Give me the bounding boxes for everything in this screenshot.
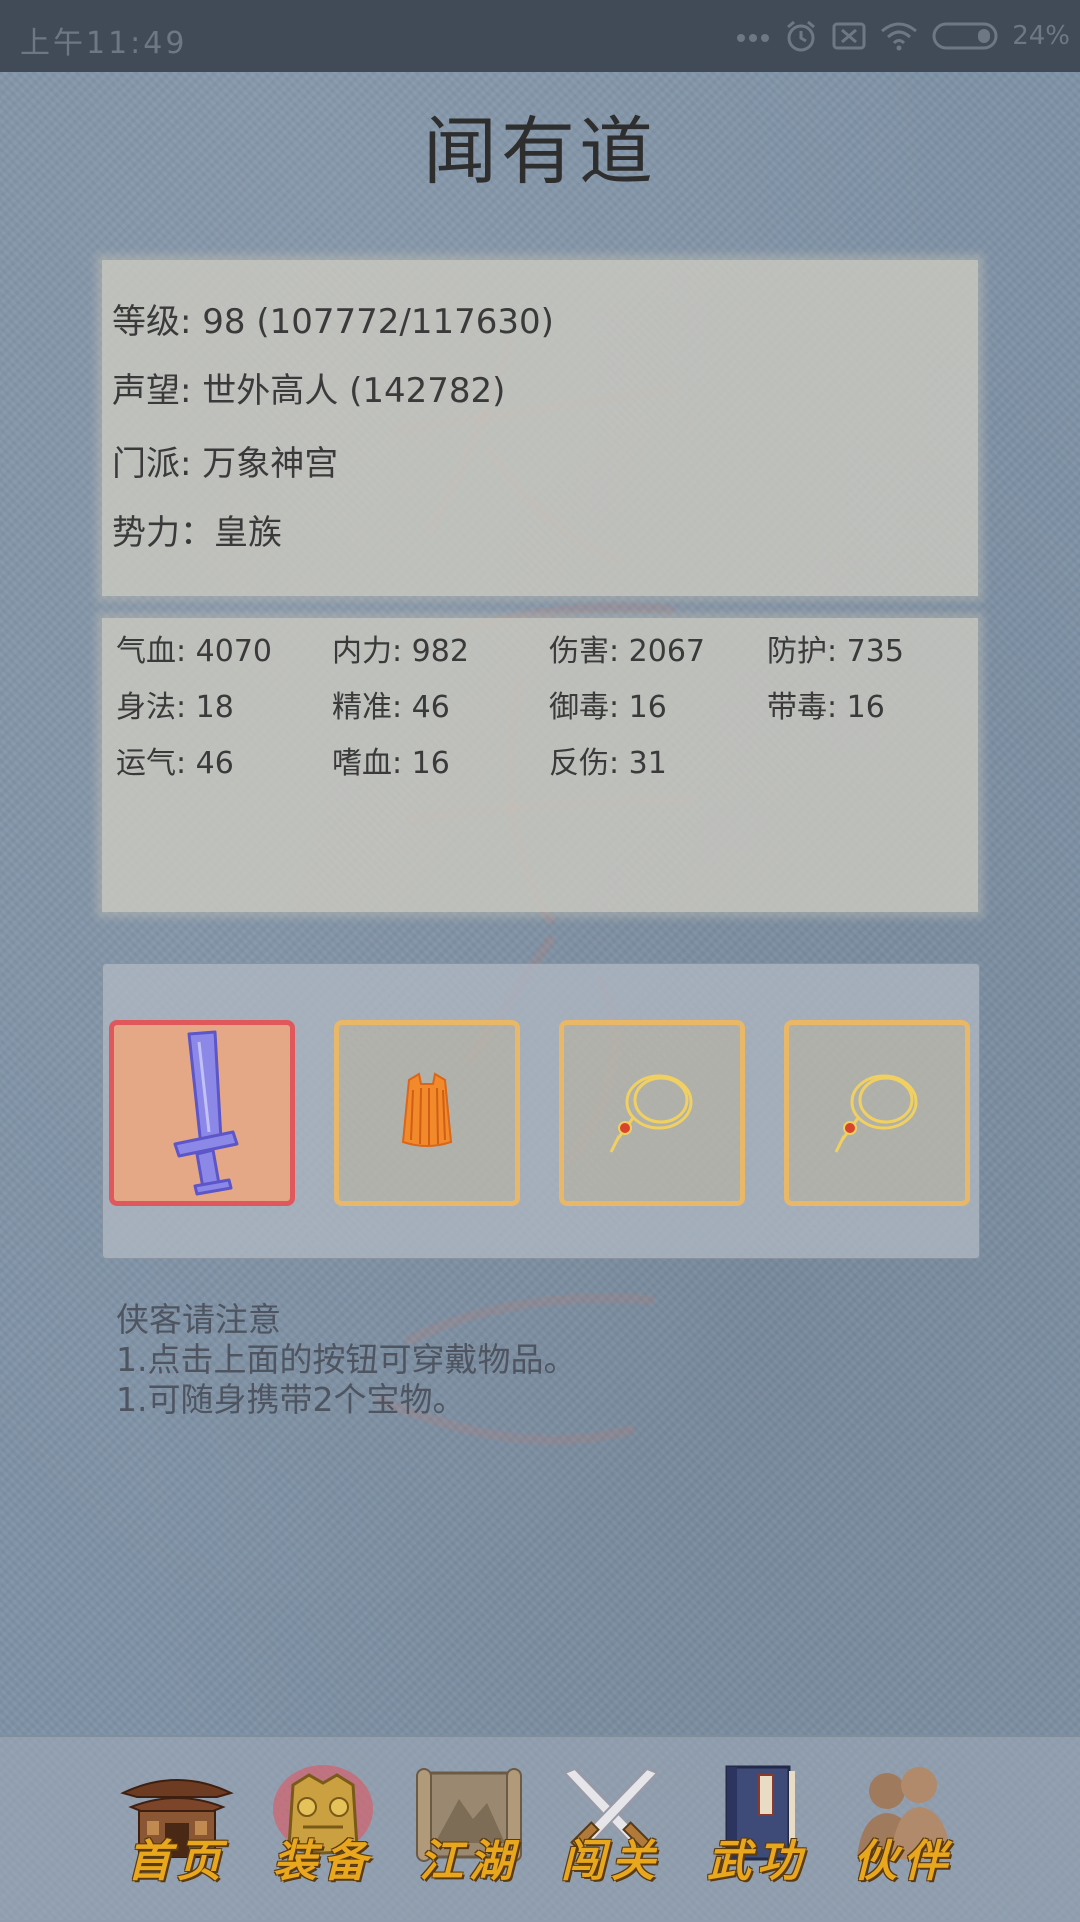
sect-text: 门派: 万象神宫 (112, 444, 339, 484)
nav-jianghu-label: 江湖 (419, 1836, 519, 1887)
notice-line-1: 1.点击上面的按钮可穿戴物品。 (116, 1340, 577, 1379)
status-bar: 上午11:49 24% (0, 0, 1080, 72)
nav-martial-arts[interactable]: 武功 (692, 1763, 822, 1893)
nav-home-label: 首页 (127, 1836, 227, 1887)
nav-equipment[interactable]: 装备 (258, 1763, 388, 1893)
stat-luck: 运气: 46 (116, 746, 234, 781)
more-dots-icon (737, 34, 770, 42)
nav-jianghu[interactable]: 江湖 (404, 1763, 534, 1893)
stat-accuracy: 精准: 46 (332, 690, 450, 725)
nav-challenge[interactable]: 闯关 (546, 1763, 676, 1893)
notice-heading: 侠客请注意 (116, 1300, 281, 1339)
battery-percent: 24% (1012, 21, 1070, 51)
equip-slot-weapon[interactable] (109, 1020, 295, 1206)
nav-equipment-label: 装备 (273, 1836, 373, 1887)
character-info-panel: 等级: 98 (107772/117630) 声望: 世外高人 (142782)… (102, 260, 978, 596)
faction-text: 势力：皇族 (112, 513, 282, 553)
equip-slot-treasure-1[interactable] (559, 1020, 745, 1206)
necklace-icon (834, 1074, 918, 1153)
stat-defense: 防护: 735 (767, 634, 904, 669)
equip-slot-treasure-2[interactable] (784, 1020, 970, 1206)
notice-line-2: 1.可随身携带2个宝物。 (116, 1380, 466, 1419)
nav-martial-arts-label: 武功 (707, 1836, 807, 1887)
level-text: 等级: 98 (107772/117630) (112, 302, 554, 342)
page-title: 闻有道 (423, 109, 657, 195)
sword-icon (173, 1030, 239, 1196)
stat-hp: 气血: 4070 (116, 634, 272, 669)
equip-slot-armor[interactable] (334, 1020, 520, 1206)
bottom-navigation: 首页 装备 江湖 闯关 武功 伙伴 (0, 1735, 1080, 1922)
stat-poison-attack: 带毒: 16 (767, 690, 885, 725)
equipment-panel (102, 963, 980, 1259)
stat-agility: 身法: 18 (116, 690, 234, 725)
armor-icon (401, 1072, 453, 1147)
nav-home[interactable]: 首页 (112, 1763, 242, 1893)
nav-companions[interactable]: 伙伴 (838, 1763, 968, 1893)
necklace-icon (609, 1074, 693, 1153)
attribute-stats-panel: 气血: 4070 内力: 982 伤害: 2067 防护: 735 身法: 18… (102, 618, 978, 912)
stat-inner-power: 内力: 982 (332, 634, 469, 669)
battery-icon (932, 22, 998, 50)
status-icons: 24% (736, 16, 1070, 56)
reputation-text: 声望: 世外高人 (142782) (112, 371, 506, 411)
stat-poison-resist: 御毒: 16 (549, 690, 667, 725)
stat-reflect: 反伤: 31 (549, 746, 667, 781)
no-sim-icon (832, 22, 866, 50)
alarm-icon (787, 20, 816, 52)
stat-damage: 伤害: 2067 (549, 634, 705, 669)
notice-text: 侠客请注意 1.点击上面的按钮可穿戴物品。 1.可随身携带2个宝物。 (116, 1300, 577, 1420)
status-time: 上午11:49 (20, 26, 188, 61)
stat-lifesteal: 嗜血: 16 (332, 746, 450, 781)
nav-challenge-label: 闯关 (561, 1836, 661, 1887)
nav-companions-label: 伙伴 (853, 1836, 953, 1887)
wifi-icon (881, 22, 918, 51)
